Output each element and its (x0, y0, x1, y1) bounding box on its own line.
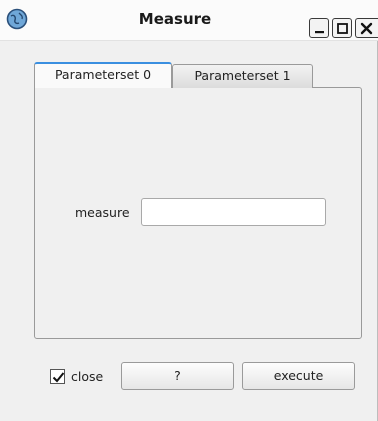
maximize-button[interactable] (332, 18, 352, 38)
help-button[interactable]: ? (121, 362, 234, 390)
checkmark-icon (52, 372, 65, 383)
tab-parameterset-1[interactable]: Parameterset 1 (172, 64, 313, 88)
maximize-icon (337, 23, 348, 34)
tab-parameterset-0[interactable]: Parameterset 0 (34, 62, 172, 88)
window-title: Measure (138, 10, 212, 28)
close-window-button[interactable] (355, 18, 378, 38)
measure-label: measure (75, 205, 130, 220)
minimize-icon (315, 31, 324, 34)
minimize-button[interactable] (309, 18, 329, 38)
close-icon (360, 22, 373, 35)
measure-window: Measure Parameterset 0 Parameterset 1 me… (0, 0, 378, 421)
title-bar[interactable]: Measure (0, 0, 378, 41)
close-checkbox[interactable] (50, 369, 65, 384)
measure-input[interactable] (141, 198, 326, 226)
close-checkbox-label[interactable]: close (71, 369, 103, 384)
execute-button[interactable]: execute (242, 362, 355, 390)
